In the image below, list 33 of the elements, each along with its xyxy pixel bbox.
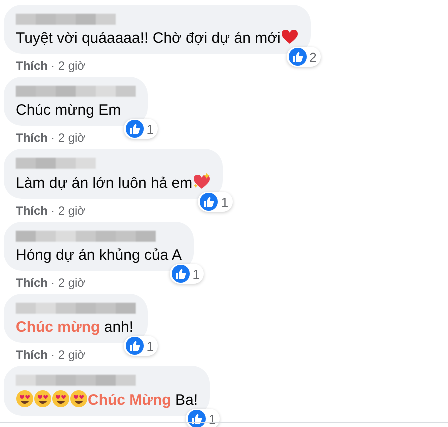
like-link[interactable]: Thích [16,59,48,73]
comment-time: · 2 giờ [51,131,86,145]
heart-eyes-emoji-icon [52,390,70,408]
like-link[interactable]: Thích [16,276,48,290]
like-icon [200,193,218,211]
like-icon [188,410,206,427]
comment-text: Chúc mừng Em [16,102,122,119]
heart-eyes-emoji-icon [70,390,88,408]
like-icon [172,265,190,283]
reaction-badge[interactable]: 1 [198,192,233,212]
like-icon [288,48,307,66]
like-icon [126,120,144,138]
reaction-badge[interactable]: 1 [124,336,158,356]
comment-time: · 2 giờ [51,276,86,290]
reaction-badge[interactable]: 1 [124,119,158,139]
reaction-badge[interactable]: 1 [170,264,204,284]
comment-text: Chúc Mừng Ba! [88,392,198,409]
comment-text: Chúc mừng anh! [16,319,134,336]
comment-text: Hóng dự án khủng của A [16,247,182,264]
comment-text: Tuyệt vời quáaaaa!! Chờ đợi dự án mới [16,30,281,47]
comment-text: Làm dự án lớn luôn hả em [16,175,193,192]
comment-time: · 2 giờ [51,348,86,362]
like-icon [126,337,144,355]
sparkling-heart-icon [192,173,211,190]
comment-time: · 2 giờ [51,204,86,218]
like-link[interactable]: Thích [16,131,48,145]
heart-eyes-emoji-icon [16,390,34,408]
like-link[interactable]: Thích [16,204,48,218]
reaction-badge[interactable]: 2 [286,47,321,67]
like-link[interactable]: Thích [16,348,48,362]
comment-time: · 2 giờ [51,59,86,73]
heart-eyes-emoji-icon [34,390,52,408]
heart-icon [280,29,299,45]
